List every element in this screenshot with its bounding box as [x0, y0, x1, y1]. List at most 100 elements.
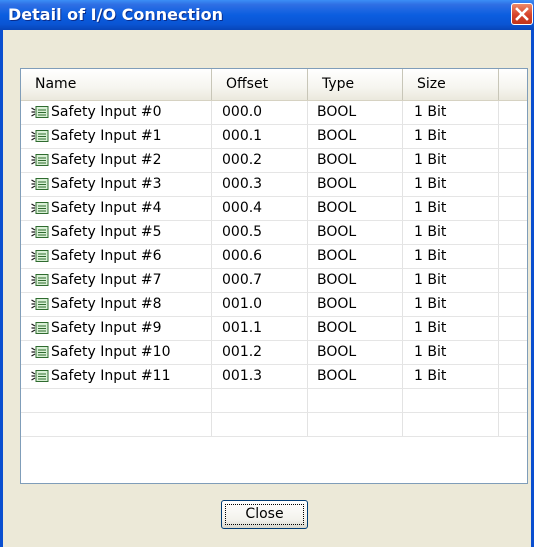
column-header-offset[interactable]: Offset: [212, 69, 308, 100]
table-row[interactable]: Safety Input #7 000.7 BOOL 1 Bit: [21, 269, 527, 293]
column-header-label: Type: [322, 76, 355, 92]
io-tag-icon: [31, 154, 49, 166]
io-connection-dialog: Detail of I/O Connection Name Offset Typ…: [0, 0, 534, 547]
table-row[interactable]: Safety Input #6 000.6 BOOL 1 Bit: [21, 245, 527, 269]
table-row[interactable]: Safety Input #3 000.3 BOOL 1 Bit: [21, 173, 527, 197]
column-header-type[interactable]: Type: [308, 69, 403, 100]
cell-name: Safety Input #9: [21, 317, 212, 340]
table-header: Name Offset Type Size: [21, 69, 527, 101]
cell-type: BOOL: [308, 149, 403, 172]
window-title: Detail of I/O Connection: [8, 5, 223, 24]
cell-offset: 000.7: [212, 269, 308, 292]
window-close-button[interactable]: [511, 3, 533, 25]
cell-type: [308, 389, 403, 412]
column-header-label: Name: [35, 76, 77, 92]
io-point-name: Safety Input #7: [51, 272, 162, 288]
cell-filler: [499, 389, 527, 412]
io-point-name: Safety Input #2: [51, 152, 162, 168]
cell-name: Safety Input #11: [21, 365, 212, 388]
table-row[interactable]: Safety Input #9 001.1 BOOL 1 Bit: [21, 317, 527, 341]
empty-row: [21, 389, 527, 413]
cell-type: [308, 413, 403, 436]
cell-filler: [499, 269, 527, 292]
table-row[interactable]: Safety Input #8 001.0 BOOL 1 Bit: [21, 293, 527, 317]
cell-type: BOOL: [308, 173, 403, 196]
cell-name: Safety Input #4: [21, 197, 212, 220]
cell-name: Safety Input #2: [21, 149, 212, 172]
cell-offset: 000.4: [212, 197, 308, 220]
cell-filler: [499, 365, 527, 388]
cell-type: BOOL: [308, 245, 403, 268]
table-row[interactable]: Safety Input #5 000.5 BOOL 1 Bit: [21, 221, 527, 245]
column-header-label: Offset: [226, 76, 269, 92]
io-tag-icon: [31, 346, 49, 358]
cell-type: BOOL: [308, 269, 403, 292]
io-point-name: Safety Input #9: [51, 320, 162, 336]
cell-name: Safety Input #10: [21, 341, 212, 364]
io-tag-icon: [31, 106, 49, 118]
io-point-name: Safety Input #6: [51, 248, 162, 264]
io-tag-icon: [31, 130, 49, 142]
cell-filler: [499, 149, 527, 172]
io-tag-icon: [31, 178, 49, 190]
cell-offset: 000.1: [212, 125, 308, 148]
io-point-name: Safety Input #4: [51, 200, 162, 216]
cell-name: Safety Input #3: [21, 173, 212, 196]
io-point-name: Safety Input #8: [51, 296, 162, 312]
cell-offset: [212, 413, 308, 436]
cell-size: 1 Bit: [403, 245, 499, 268]
title-bar[interactable]: Detail of I/O Connection: [0, 0, 534, 30]
empty-row: [21, 413, 527, 437]
close-icon: [515, 7, 529, 21]
io-point-name: Safety Input #10: [51, 344, 171, 360]
column-header-name[interactable]: Name: [21, 69, 212, 100]
cell-name: Safety Input #6: [21, 245, 212, 268]
cell-type: BOOL: [308, 101, 403, 124]
cell-size: 1 Bit: [403, 317, 499, 340]
cell-offset: 000.6: [212, 245, 308, 268]
cell-offset: 000.2: [212, 149, 308, 172]
cell-name: [21, 389, 212, 412]
table-body: Safety Input #0 000.0 BOOL 1 Bit Safety Inpu…: [21, 101, 527, 437]
table-row[interactable]: Safety Input #11 001.3 BOOL 1 Bit: [21, 365, 527, 389]
cell-offset: 000.5: [212, 221, 308, 244]
cell-size: 1 Bit: [403, 149, 499, 172]
cell-name: Safety Input #8: [21, 293, 212, 316]
cell-size: 1 Bit: [403, 197, 499, 220]
cell-filler: [499, 125, 527, 148]
cell-type: BOOL: [308, 341, 403, 364]
io-tag-icon: [31, 298, 49, 310]
io-tag-icon: [31, 322, 49, 334]
cell-type: BOOL: [308, 197, 403, 220]
cell-filler: [499, 317, 527, 340]
io-tag-icon: [31, 250, 49, 262]
io-point-name: Safety Input #5: [51, 224, 162, 240]
close-button[interactable]: Close: [221, 500, 308, 529]
cell-offset: 000.0: [212, 101, 308, 124]
io-tag-icon: [31, 226, 49, 238]
cell-name: Safety Input #5: [21, 221, 212, 244]
cell-size: 1 Bit: [403, 173, 499, 196]
io-tag-icon: [31, 370, 49, 382]
column-header-size[interactable]: Size: [403, 69, 499, 100]
table-row[interactable]: Safety Input #0 000.0 BOOL 1 Bit: [21, 101, 527, 125]
cell-size: 1 Bit: [403, 221, 499, 244]
close-button-label: Close: [245, 506, 284, 522]
table-row[interactable]: Safety Input #10 001.2 BOOL 1 Bit: [21, 341, 527, 365]
table-row[interactable]: Safety Input #4 000.4 BOOL 1 Bit: [21, 197, 527, 221]
table-row[interactable]: Safety Input #1 000.1 BOOL 1 Bit: [21, 125, 527, 149]
cell-type: BOOL: [308, 365, 403, 388]
cell-filler: [499, 341, 527, 364]
cell-name: [21, 413, 212, 436]
column-header-label: Size: [417, 76, 446, 92]
cell-size: 1 Bit: [403, 341, 499, 364]
cell-filler: [499, 197, 527, 220]
cell-filler: [499, 293, 527, 316]
cell-filler: [499, 413, 527, 436]
table-row[interactable]: Safety Input #2 000.2 BOOL 1 Bit: [21, 149, 527, 173]
cell-filler: [499, 245, 527, 268]
io-point-name: Safety Input #3: [51, 176, 162, 192]
cell-offset: 001.0: [212, 293, 308, 316]
io-tag-icon: [31, 202, 49, 214]
cell-size: 1 Bit: [403, 269, 499, 292]
